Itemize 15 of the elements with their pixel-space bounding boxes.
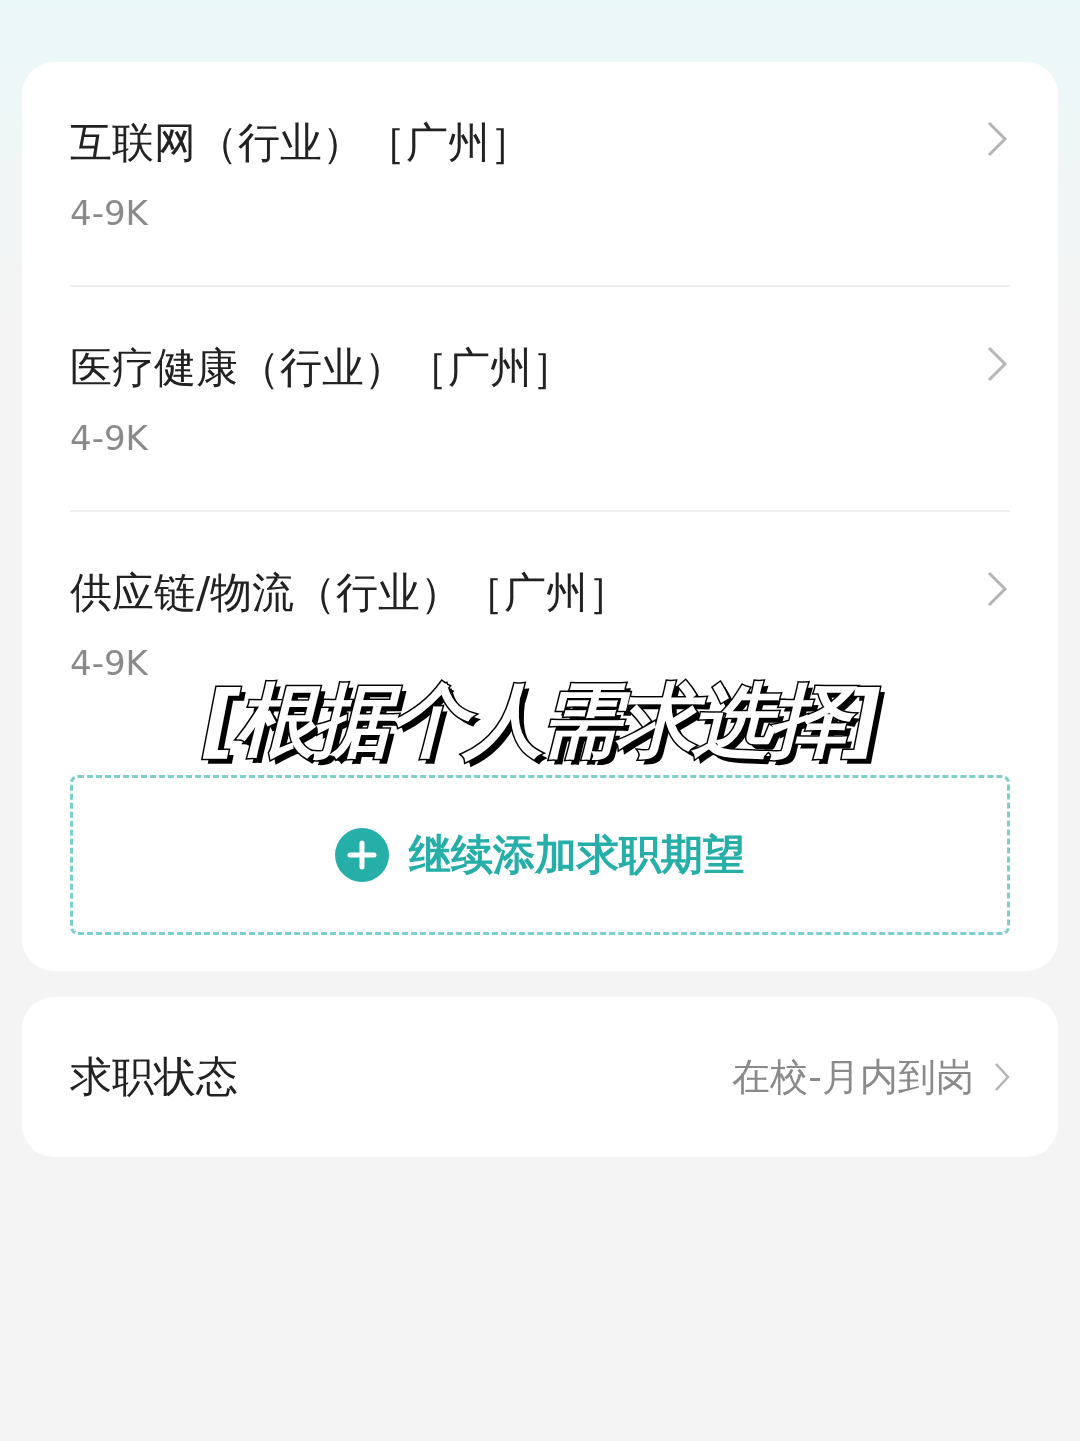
salary-text: 4-9K <box>70 192 149 233</box>
chevron-icon <box>994 1062 1010 1092</box>
plus-icon <box>335 828 389 882</box>
salary-text: 4-9K <box>70 642 149 683</box>
expectation-title: 供应链/物流（行业）［广州］ <box>70 566 631 619</box>
chevron-icon <box>986 569 1008 608</box>
salary-text: 4-9K <box>70 417 149 458</box>
chevron-icon <box>986 119 1008 158</box>
status-value: 在校-月内到岗 <box>732 1053 974 1101</box>
expectation-title: 医疗健康（行业）［广州］ <box>70 341 574 394</box>
caption-text: [根据个人需求选择] <box>150 668 930 776</box>
status-label: 求职状态 <box>70 1051 239 1103</box>
job-status-row[interactable]: 求职状态 在校-月内到岗 <box>22 997 1058 1157</box>
chevron-icon <box>986 344 1008 383</box>
expectation-title: 互联网（行业）［广州］ <box>70 116 532 169</box>
